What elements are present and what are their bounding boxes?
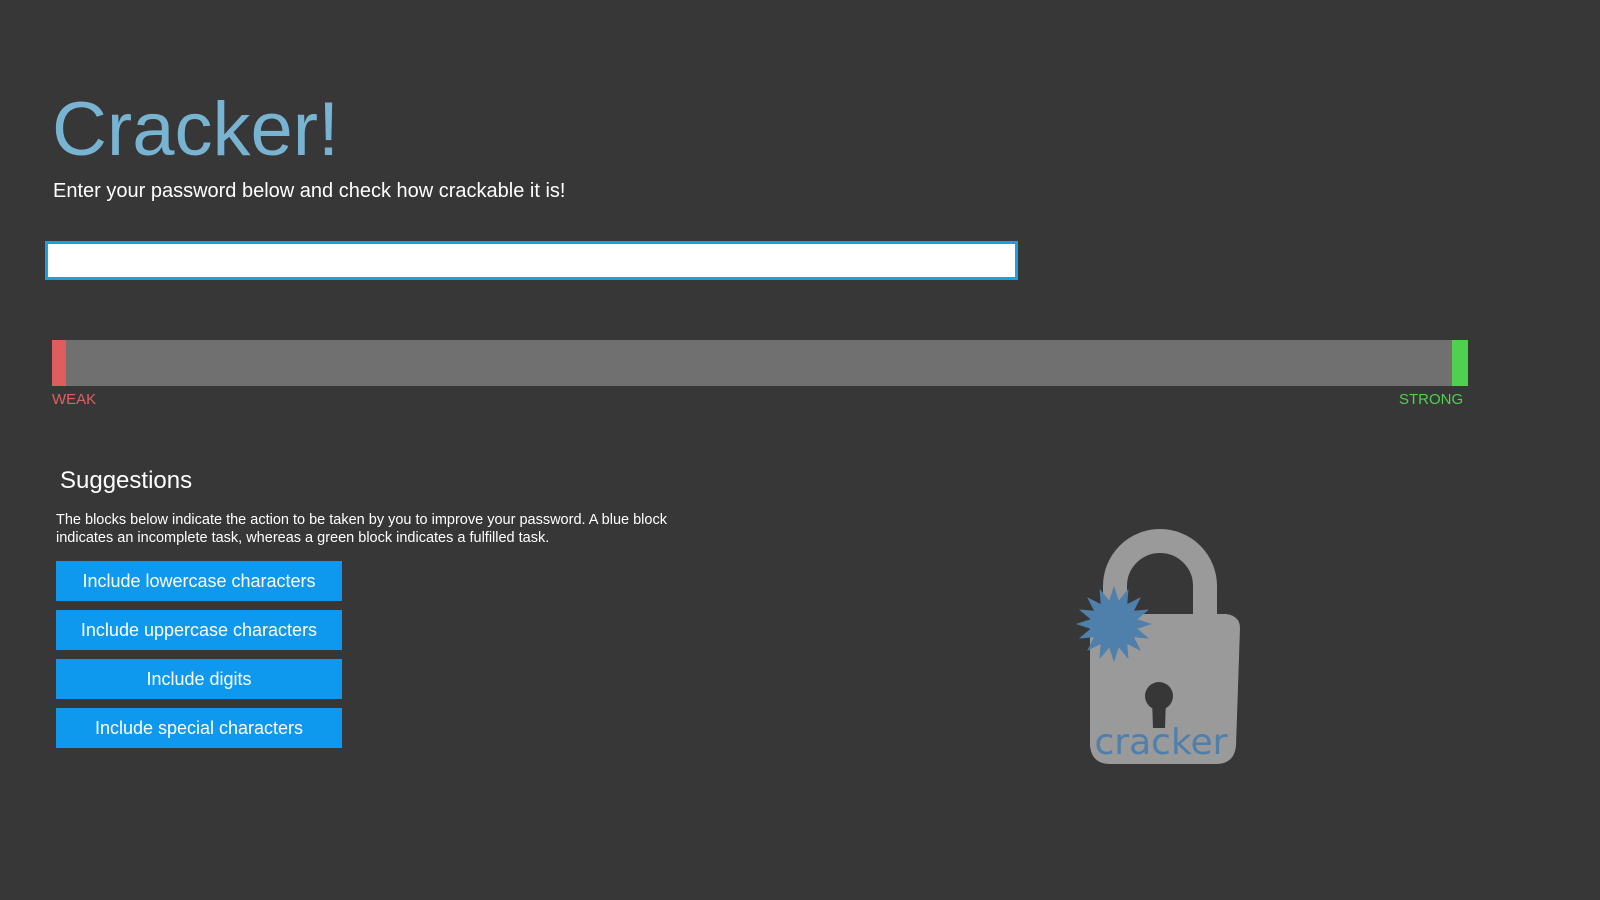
app-title: Cracker! <box>52 87 340 172</box>
padlock-icon: cracker <box>1076 529 1240 764</box>
strong-label: STRONG <box>1399 391 1464 408</box>
logo-text: cracker <box>1095 722 1228 763</box>
suggestion-uppercase[interactable]: Include uppercase characters <box>56 610 342 650</box>
password-input[interactable] <box>45 241 1018 280</box>
suggestion-list: Include lowercase characters Include upp… <box>56 561 342 757</box>
weak-label: WEAK <box>52 391 97 408</box>
strength-meter-strong-cap <box>1452 340 1468 386</box>
suggestion-digits[interactable]: Include digits <box>56 659 342 699</box>
strength-meter <box>52 340 1468 386</box>
cracker-logo: cracker <box>1068 528 1258 773</box>
strength-meter-fill <box>52 340 66 386</box>
suggestion-lowercase[interactable]: Include lowercase characters <box>56 561 342 601</box>
suggestions-title: Suggestions <box>60 467 193 494</box>
app-subtitle: Enter your password below and check how … <box>53 180 566 202</box>
suggestions-description: The blocks below indicate the action to … <box>56 512 667 546</box>
suggestion-special[interactable]: Include special characters <box>56 708 342 748</box>
